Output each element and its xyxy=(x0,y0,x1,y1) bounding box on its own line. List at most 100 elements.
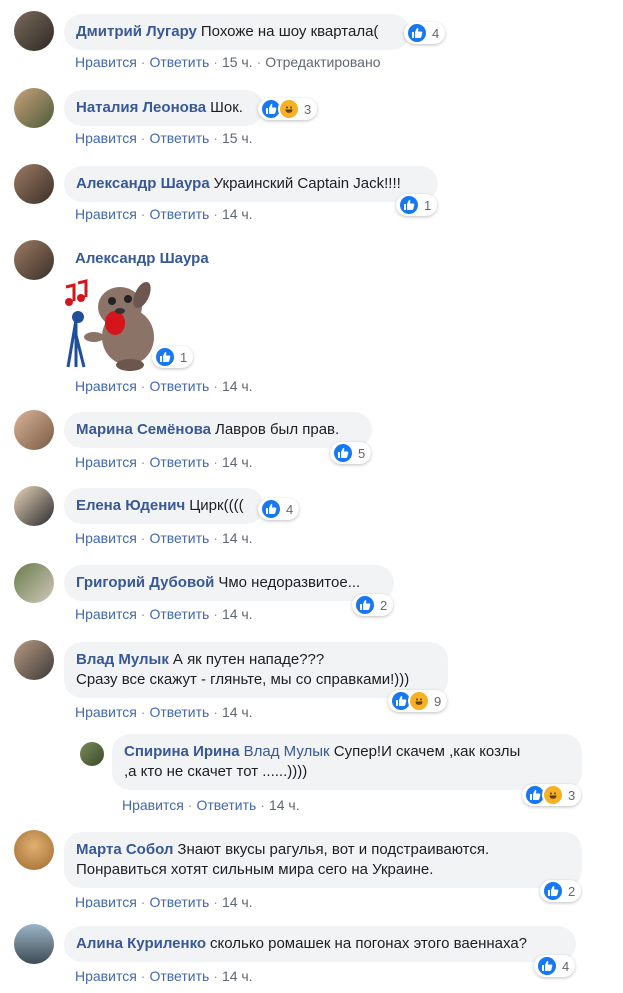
comment-text: сколько ромашек на погонах этого ваеннах… xyxy=(210,935,528,952)
reaction-count[interactable]: 3 xyxy=(258,98,318,120)
reply-button[interactable]: Ответить xyxy=(149,968,209,984)
comment-bubble: Дмитрий Лугару Похоже на шоу квартала( xyxy=(64,14,410,50)
reply-button[interactable]: Ответить xyxy=(196,797,256,813)
comment-actions: Нравится · Ответить · 14 ч. xyxy=(75,704,253,720)
reply-button[interactable]: Ответить xyxy=(149,704,209,720)
comment-actions: Нравится · Ответить · 14 ч. xyxy=(75,894,253,908)
like-button[interactable]: Нравится xyxy=(75,130,137,146)
comment-actions: Нравится · Ответить · 14 ч. xyxy=(75,530,253,546)
author-name[interactable]: Влад Мулык xyxy=(76,651,169,668)
reply-button[interactable]: Ответить xyxy=(149,206,209,222)
timestamp[interactable]: 14 ч. xyxy=(222,968,253,984)
avatar[interactable] xyxy=(14,88,54,128)
like-button[interactable]: Нравится xyxy=(75,704,137,720)
avatar[interactable] xyxy=(14,486,54,526)
comment-actions: Нравится · Ответить · 14 ч. xyxy=(75,454,253,470)
reply-button[interactable]: Ответить xyxy=(149,530,209,546)
comment-text: Похоже на шоу квартала( xyxy=(200,23,379,40)
author-name[interactable]: Спирина Ирина xyxy=(124,743,240,760)
avatar[interactable] xyxy=(14,240,54,280)
comment-text: Лавров был прав. xyxy=(214,421,340,438)
reaction-count[interactable]: 3 xyxy=(522,784,582,806)
comment-text: А як путен нападе??? xyxy=(172,651,325,668)
reaction-count[interactable]: 1 xyxy=(396,194,438,216)
like-button[interactable]: Нравится xyxy=(75,968,137,984)
reaction-count[interactable]: 2 xyxy=(540,880,582,902)
author-name[interactable]: Александр Шаура xyxy=(76,175,210,192)
mention-link[interactable]: Влад Мулык xyxy=(244,743,330,760)
avatar[interactable] xyxy=(14,563,54,603)
timestamp[interactable]: 14 ч. xyxy=(222,378,253,394)
author-name[interactable]: Наталия Леонова xyxy=(76,99,206,116)
like-button[interactable]: Нравится xyxy=(75,206,137,222)
author-name[interactable]: Алина Куриленко xyxy=(76,935,206,952)
reaction-count[interactable]: 4 xyxy=(258,498,300,520)
comment-text: Знают вкусы рагулья, вот и подстраиваютс… xyxy=(177,841,490,858)
edited-label: Отредактировано xyxy=(265,54,381,70)
author-name[interactable]: Александр Шаура xyxy=(75,250,209,267)
timestamp[interactable]: 14 ч. xyxy=(222,894,253,908)
like-button[interactable]: Нравится xyxy=(75,894,137,908)
comment-bubble: Григорий Дубовой Чмо недоразвитое... xyxy=(64,565,394,601)
avatar[interactable] xyxy=(14,164,54,204)
reaction-count[interactable]: 5 xyxy=(330,442,372,464)
comment-bubble: Алина Куриленко сколько ромашек на погона… xyxy=(64,926,576,962)
like-button[interactable]: Нравится xyxy=(75,530,137,546)
reaction-count[interactable]: 4 xyxy=(404,22,446,44)
reaction-count[interactable]: 1 xyxy=(152,346,194,368)
comment-actions: Нравится · Ответить · 15 ч. · Отредактировано xyxy=(75,54,381,70)
like-icon xyxy=(332,442,354,464)
timestamp[interactable]: 14 ч. xyxy=(222,704,253,720)
reaction-count[interactable]: 4 xyxy=(534,955,576,977)
like-icon xyxy=(536,955,558,977)
timestamp[interactable]: 14 ч. xyxy=(222,530,253,546)
reaction-count[interactable]: 9 xyxy=(388,690,448,712)
reply-button[interactable]: Ответить xyxy=(149,894,209,908)
like-icon xyxy=(260,498,282,520)
avatar[interactable] xyxy=(80,742,104,766)
author-name[interactable]: Дмитрий Лугару xyxy=(76,23,197,40)
timestamp[interactable]: 15 ч. xyxy=(222,54,253,70)
like-icon xyxy=(406,22,428,44)
timestamp[interactable]: 14 ч. xyxy=(269,797,300,813)
reply-button[interactable]: Ответить xyxy=(149,378,209,394)
haha-icon xyxy=(278,98,300,120)
reply-button[interactable]: Ответить xyxy=(149,606,209,622)
like-button[interactable]: Нравится xyxy=(75,54,137,70)
avatar[interactable] xyxy=(14,640,54,680)
avatar[interactable] xyxy=(14,924,54,964)
reaction-count[interactable]: 2 xyxy=(352,594,394,616)
comment-bubble: Марта Собол Знают вкусы рагулья, вот и по… xyxy=(64,832,582,888)
timestamp[interactable]: 14 ч. xyxy=(222,206,253,222)
like-button[interactable]: Нравится xyxy=(75,606,137,622)
avatar[interactable] xyxy=(14,11,54,51)
like-icon xyxy=(354,594,376,616)
comment-text: Супер!И скачем ,как козлы xyxy=(333,743,521,760)
comment-text: Цирк(((( xyxy=(189,497,244,514)
author-name[interactable]: Марина Семёнова xyxy=(76,421,211,438)
comment-text: Украинский Captain Jack!!!! xyxy=(213,175,401,192)
comment-text-line2: ,а кто не скачет тот ......)))) xyxy=(124,763,308,780)
comment-actions: Нравится · Ответить · 14 ч. xyxy=(75,968,253,984)
avatar[interactable] xyxy=(14,410,54,450)
haha-icon xyxy=(408,690,430,712)
avatar[interactable] xyxy=(14,830,54,870)
comment-text-line2: Понравиться хотят сильным мира сего на У… xyxy=(76,861,434,878)
like-button[interactable]: Нравится xyxy=(75,378,137,394)
like-button[interactable]: Нравится xyxy=(122,797,184,813)
comment-bubble: Александр Шаура Украинский Captain Jack!!… xyxy=(64,166,438,202)
comment-bubble: Влад Мулык А як путен нападе??? Сразу все… xyxy=(64,642,448,698)
comment-actions: Нравится · Ответить · 14 ч. xyxy=(75,378,253,394)
author-name[interactable]: Григорий Дубовой xyxy=(76,574,214,591)
reply-button[interactable]: Ответить xyxy=(149,454,209,470)
timestamp[interactable]: 15 ч. xyxy=(222,130,253,146)
author-name[interactable]: Марта Собол xyxy=(76,841,173,858)
like-button[interactable]: Нравится xyxy=(75,454,137,470)
haha-icon xyxy=(542,784,564,806)
reply-button[interactable]: Ответить xyxy=(149,54,209,70)
author-name[interactable]: Елена Юденич xyxy=(76,497,185,514)
like-icon xyxy=(542,880,564,902)
timestamp[interactable]: 14 ч. xyxy=(222,454,253,470)
timestamp[interactable]: 14 ч. xyxy=(222,606,253,622)
reply-button[interactable]: Ответить xyxy=(149,130,209,146)
